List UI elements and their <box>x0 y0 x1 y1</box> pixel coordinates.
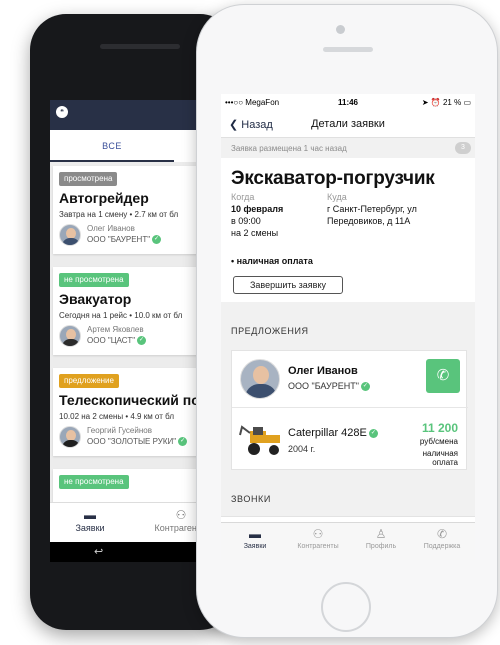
iphone-screen: •••○○ MegaFon 11:46 ➤ ⏰ 21 % ▭ ❮ Назад Д… <box>221 94 475 560</box>
avatar <box>59 426 81 448</box>
ios-status-bar: •••○○ MegaFon 11:46 ➤ ⏰ 21 % ▭ <box>221 94 475 112</box>
where-line: Передовиков, д 11А <box>327 216 411 226</box>
tab-indicator <box>50 160 174 162</box>
tab-profile-label: Профиль <box>365 543 397 550</box>
tab-profile[interactable]: ♙ Профиль <box>353 523 409 560</box>
chat-bubble-icon[interactable]: 3 <box>455 142 471 154</box>
nav-orders[interactable]: ▬ Заявки <box>60 503 120 543</box>
status-badge: не просмотрена <box>59 273 129 287</box>
tab-orders-label: Заявки <box>243 543 267 550</box>
status-badge: не просмотрена <box>59 475 129 489</box>
tab-contractors[interactable]: ⚇ Контрагенты <box>287 523 349 560</box>
company-name: ООО "ЦАСТ" ✓ <box>87 336 147 346</box>
when-date: 10 февраля <box>231 204 284 214</box>
person-name: Георгий Гусейнов <box>87 426 152 435</box>
tab-orders[interactable]: ▬ Заявки <box>227 523 283 560</box>
finish-order-button[interactable]: Завершить заявку <box>233 276 343 294</box>
verified-icon: ✓ <box>360 382 370 392</box>
offer-company-label: ООО "БАУРЕНТ" <box>288 381 359 391</box>
avatar <box>59 224 81 246</box>
posted-text: Заявка размещена 1 час назад <box>231 144 347 153</box>
tab-support-label: Поддержка <box>423 543 461 550</box>
battery-percent: 21 % <box>442 98 462 107</box>
offer-machine-model: Caterpillar 428E ✓ <box>288 427 378 439</box>
where-line: г Санкт-Петербург, ул <box>327 204 417 214</box>
company-label: ООО "БАУРЕНТ" <box>87 235 151 244</box>
back-system-icon[interactable]: ↩ <box>94 545 103 558</box>
where-label: Куда <box>327 192 347 202</box>
offer-person-name: Олег Иванов <box>288 365 358 377</box>
order-subtitle: Завтра на 1 смену • 2.7 км от бл <box>59 210 179 219</box>
support-phone-icon: ✆ <box>436 527 448 541</box>
home-button[interactable] <box>321 582 371 632</box>
status-badge: просмотрена <box>59 172 118 186</box>
posted-info: Заявка размещена 1 час назад 3 <box>221 138 475 158</box>
briefcase-icon: ▬ <box>84 508 96 522</box>
person-name: Артем Яковлев <box>87 325 144 334</box>
where-value: г Санкт-Петербург, ул Передовиков, д 11А <box>327 203 417 227</box>
verified-icon: ✓ <box>137 336 147 346</box>
order-subtitle: Сегодня на 1 рейс • 10.0 км от бл <box>59 311 183 320</box>
battery-label: ➤ ⏰ 21 % ▭ <box>421 98 471 107</box>
tab-all[interactable]: ВСЕ <box>50 130 174 162</box>
divider <box>232 407 468 408</box>
battery-icon: ▭ <box>463 98 471 107</box>
payment-method: • наличная оплата <box>231 256 313 266</box>
people-icon: ⚇ <box>312 527 324 541</box>
machine-model-label: Caterpillar 428E <box>288 427 367 439</box>
verified-icon: ✓ <box>368 428 378 438</box>
tab-support[interactable]: ✆ Поддержка <box>413 523 471 560</box>
company-label: ООО "ЗОЛОТЫЕ РУКИ" <box>87 437 177 446</box>
offer-payment: наличная оплата <box>422 449 458 467</box>
ios-tab-bar: ▬ Заявки ⚇ Контрагенты ♙ Профиль ✆ Подде… <box>221 522 475 560</box>
page-title: Детали заявки <box>311 118 385 130</box>
company-label: ООО "ЦАСТ" <box>87 336 136 345</box>
iphone-speaker <box>323 47 373 52</box>
avatar <box>240 359 280 399</box>
offer-price-unit: руб/смена <box>419 437 458 446</box>
backhoe-loader-image <box>239 425 280 455</box>
offer-card[interactable]: Олег Иванов ООО "БАУРЕНТ" ✓ ✆ Caterpillar… <box>231 350 468 470</box>
verified-icon: ✓ <box>152 235 162 245</box>
offers-section-title: ПРЕДЛОЖЕНИЯ <box>231 326 309 336</box>
avatar <box>59 325 81 347</box>
iphone: •••○○ MegaFon 11:46 ➤ ⏰ 21 % ▭ ❮ Назад Д… <box>196 4 498 638</box>
order-title: Эвакуатор <box>59 291 132 307</box>
company-name: ООО "ЗОЛОТЫЕ РУКИ" ✓ <box>87 437 188 447</box>
when-label: Когда <box>231 192 255 202</box>
briefcase-icon: ▬ <box>249 527 261 541</box>
calls-section-title: ЗВОНКИ <box>231 494 271 504</box>
company-name: ООО "БАУРЕНТ" ✓ <box>87 235 162 245</box>
phone-icon: ✆ <box>436 367 450 384</box>
order-title: Автогрейдер <box>59 190 149 206</box>
order-title: Экскаватор-погрузчик <box>231 168 435 189</box>
when-time: в 09:00 <box>231 216 261 226</box>
order-subtitle: 10.02 на 2 смены • 4.9 км от бл <box>59 412 174 421</box>
order-title: Телескопический погр <box>59 392 215 408</box>
verified-icon: ✓ <box>178 437 188 447</box>
order-details: Экскаватор-погрузчик Когда 10 февраля в … <box>221 158 475 302</box>
when-shifts: на 2 смены <box>231 228 279 238</box>
android-speaker <box>100 44 180 49</box>
person-icon: ♙ <box>375 527 387 541</box>
ios-nav-bar: ❮ Назад Детали заявки <box>221 112 475 138</box>
call-button[interactable]: ✆ <box>426 359 460 393</box>
status-badge: предложение <box>59 374 119 388</box>
offer-machine-year: 2004 г. <box>288 444 316 454</box>
iphone-camera <box>336 25 345 34</box>
person-name: Олег Иванов <box>87 224 135 233</box>
offer-company: ООО "БАУРЕНТ" ✓ <box>288 381 370 392</box>
nav-orders-label: Заявки <box>75 523 105 533</box>
tab-contractors-label: Контрагенты <box>297 543 339 550</box>
offer-price: 11 200 <box>421 421 458 435</box>
logo-icon: ❝ <box>56 106 68 118</box>
when-value: 10 февраля в 09:00 на 2 смены <box>231 203 283 239</box>
